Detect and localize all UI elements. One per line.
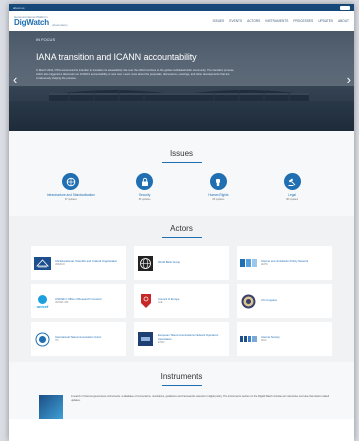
nav-item-about[interactable]: ABOUT [338,19,349,23]
issue-label: Security [138,193,151,197]
actor-card[interactable]: Internet and Jurisdiction Policy Network… [237,246,332,280]
nav-item-issues[interactable]: ISSUES [213,19,225,23]
issue-count: 88 updates [286,198,299,201]
issues-section: Issues Infrastructure and Standardisatio… [9,131,354,419]
chevron-right-icon[interactable]: › [347,73,351,86]
lock-icon [136,173,154,190]
nav-item-instruments[interactable]: INSTRUMENTS [265,19,288,23]
issues-list: Infrastructure and Standardisation 87 up… [9,163,354,201]
actors-section: Actors UN Educational, Scientific and Cu… [9,216,354,362]
issue-security[interactable]: Security 89 updates [115,173,175,201]
ijpn-logo [240,256,257,271]
instruments-text: A search of Internet governance instrume… [71,395,330,402]
issue-label: Human Rights [208,193,229,197]
instruments-section: Instruments A search of Internet governa… [9,362,354,419]
actor-name: Council of Europe [158,297,180,301]
actor-card[interactable]: International Telecommunication Union IT… [31,322,126,356]
page: about us Geneva Internet Platform DigWat… [9,4,354,441]
issue-label: Legal [288,193,297,197]
actor-card[interactable]: unicef UNICEF's Office of Research Innoc… [31,284,126,318]
actor-card[interactable]: Council of Europe CoE [134,284,229,318]
actor-acronym: I&JPN [261,264,268,267]
nav-item-updates[interactable]: UPDATES [318,19,333,23]
actor-name: International Telecommunication Union [55,335,102,339]
hero-description: In March 2014, NTIA announced its intent… [36,69,235,81]
site-header: Geneva Internet Platform DigWatch observ… [9,11,354,31]
network-icon [62,173,80,190]
isoc-logo [240,332,257,347]
top-utility-bar: about us [9,4,354,11]
actor-name: US Congress [261,299,277,303]
actor-acronym: UNESCO [55,264,65,267]
issues-title: Issues [169,149,194,158]
instruments-image [39,395,63,419]
issue-count: 89 updates [138,198,151,201]
chevron-left-icon[interactable]: ‹ [13,73,17,86]
svg-text:unicef: unicef [37,304,49,309]
instruments-intro: A search of Internet governance instrume… [9,386,354,419]
coe-logo [137,294,154,309]
fist-icon [209,173,227,190]
actor-name: Internet and Jurisdiction Policy Network [261,259,309,263]
topbar-link[interactable]: about us [13,6,25,10]
actor-name: European Telecommunications Network Oper… [158,334,219,341]
issue-legal[interactable]: Legal 88 updates [262,173,322,201]
actor-card[interactable]: UN Educational, Scientific and Cultural … [31,246,126,280]
actor-acronym: CoE [158,302,163,305]
actor-name: Internet Society [261,335,280,339]
hero-content: IN FOCUS IANA transition and ICANN accou… [36,37,296,81]
site-logo[interactable]: Geneva Internet Platform DigWatch observ… [14,15,68,27]
hero-banner[interactable]: IN FOCUS IANA transition and ICANN accou… [9,31,354,131]
hero-kicker: IN FOCUS [36,37,56,42]
actor-name: World Bank Group [158,261,181,265]
issue-human-rights[interactable]: Human Rights 86 updates [188,173,248,201]
actor-card[interactable]: US Congress [237,284,332,318]
main-nav: ISSUES EVENTS ACTORS INSTRUMENTS PROCESS… [213,19,349,23]
unesco-logo [34,256,51,271]
instruments-title: Instruments [160,372,203,381]
congress-logo [240,294,257,309]
nav-item-actors[interactable]: ACTORS [247,19,260,23]
actor-acronym: UNICEF ORI [55,302,69,305]
actor-acronym: ITU [55,340,59,343]
actor-card[interactable]: Internet Society ISOC [237,322,332,356]
gavel-icon [283,173,301,190]
nav-item-processes[interactable]: PROCESSES [293,19,313,23]
menu-button[interactable] [340,5,350,10]
actor-name: UN Educational, Scientific and Cultural … [55,259,118,263]
unicef-logo: unicef [34,294,51,309]
actor-acronym: ISOC [261,340,267,343]
logo-main-text: DigWatch [14,17,49,27]
actors-grid: UN Educational, Scientific and Cultural … [9,238,354,356]
nav-item-events[interactable]: EVENTS [229,19,242,23]
actors-title: Actors [170,224,193,233]
issue-count: 87 updates [64,198,77,201]
issue-label: Infrastructure and Standardisation [46,193,95,197]
actor-acronym: ETNO [158,342,165,344]
worldbank-logo [137,255,154,271]
issue-infrastructure[interactable]: Infrastructure and Standardisation 87 up… [41,173,101,201]
etno-logo [137,332,154,347]
actor-card[interactable]: European Telecommunications Network Oper… [134,322,229,356]
logo-sub-text: observatory [52,22,68,27]
actor-name: UNICEF's Office of Research Innocenti [55,297,102,301]
itu-logo [34,332,51,347]
actor-card[interactable]: World Bank Group [134,246,229,280]
hero-title[interactable]: IANA transition and ICANN accountability [36,52,296,62]
issue-count: 86 updates [212,198,225,201]
